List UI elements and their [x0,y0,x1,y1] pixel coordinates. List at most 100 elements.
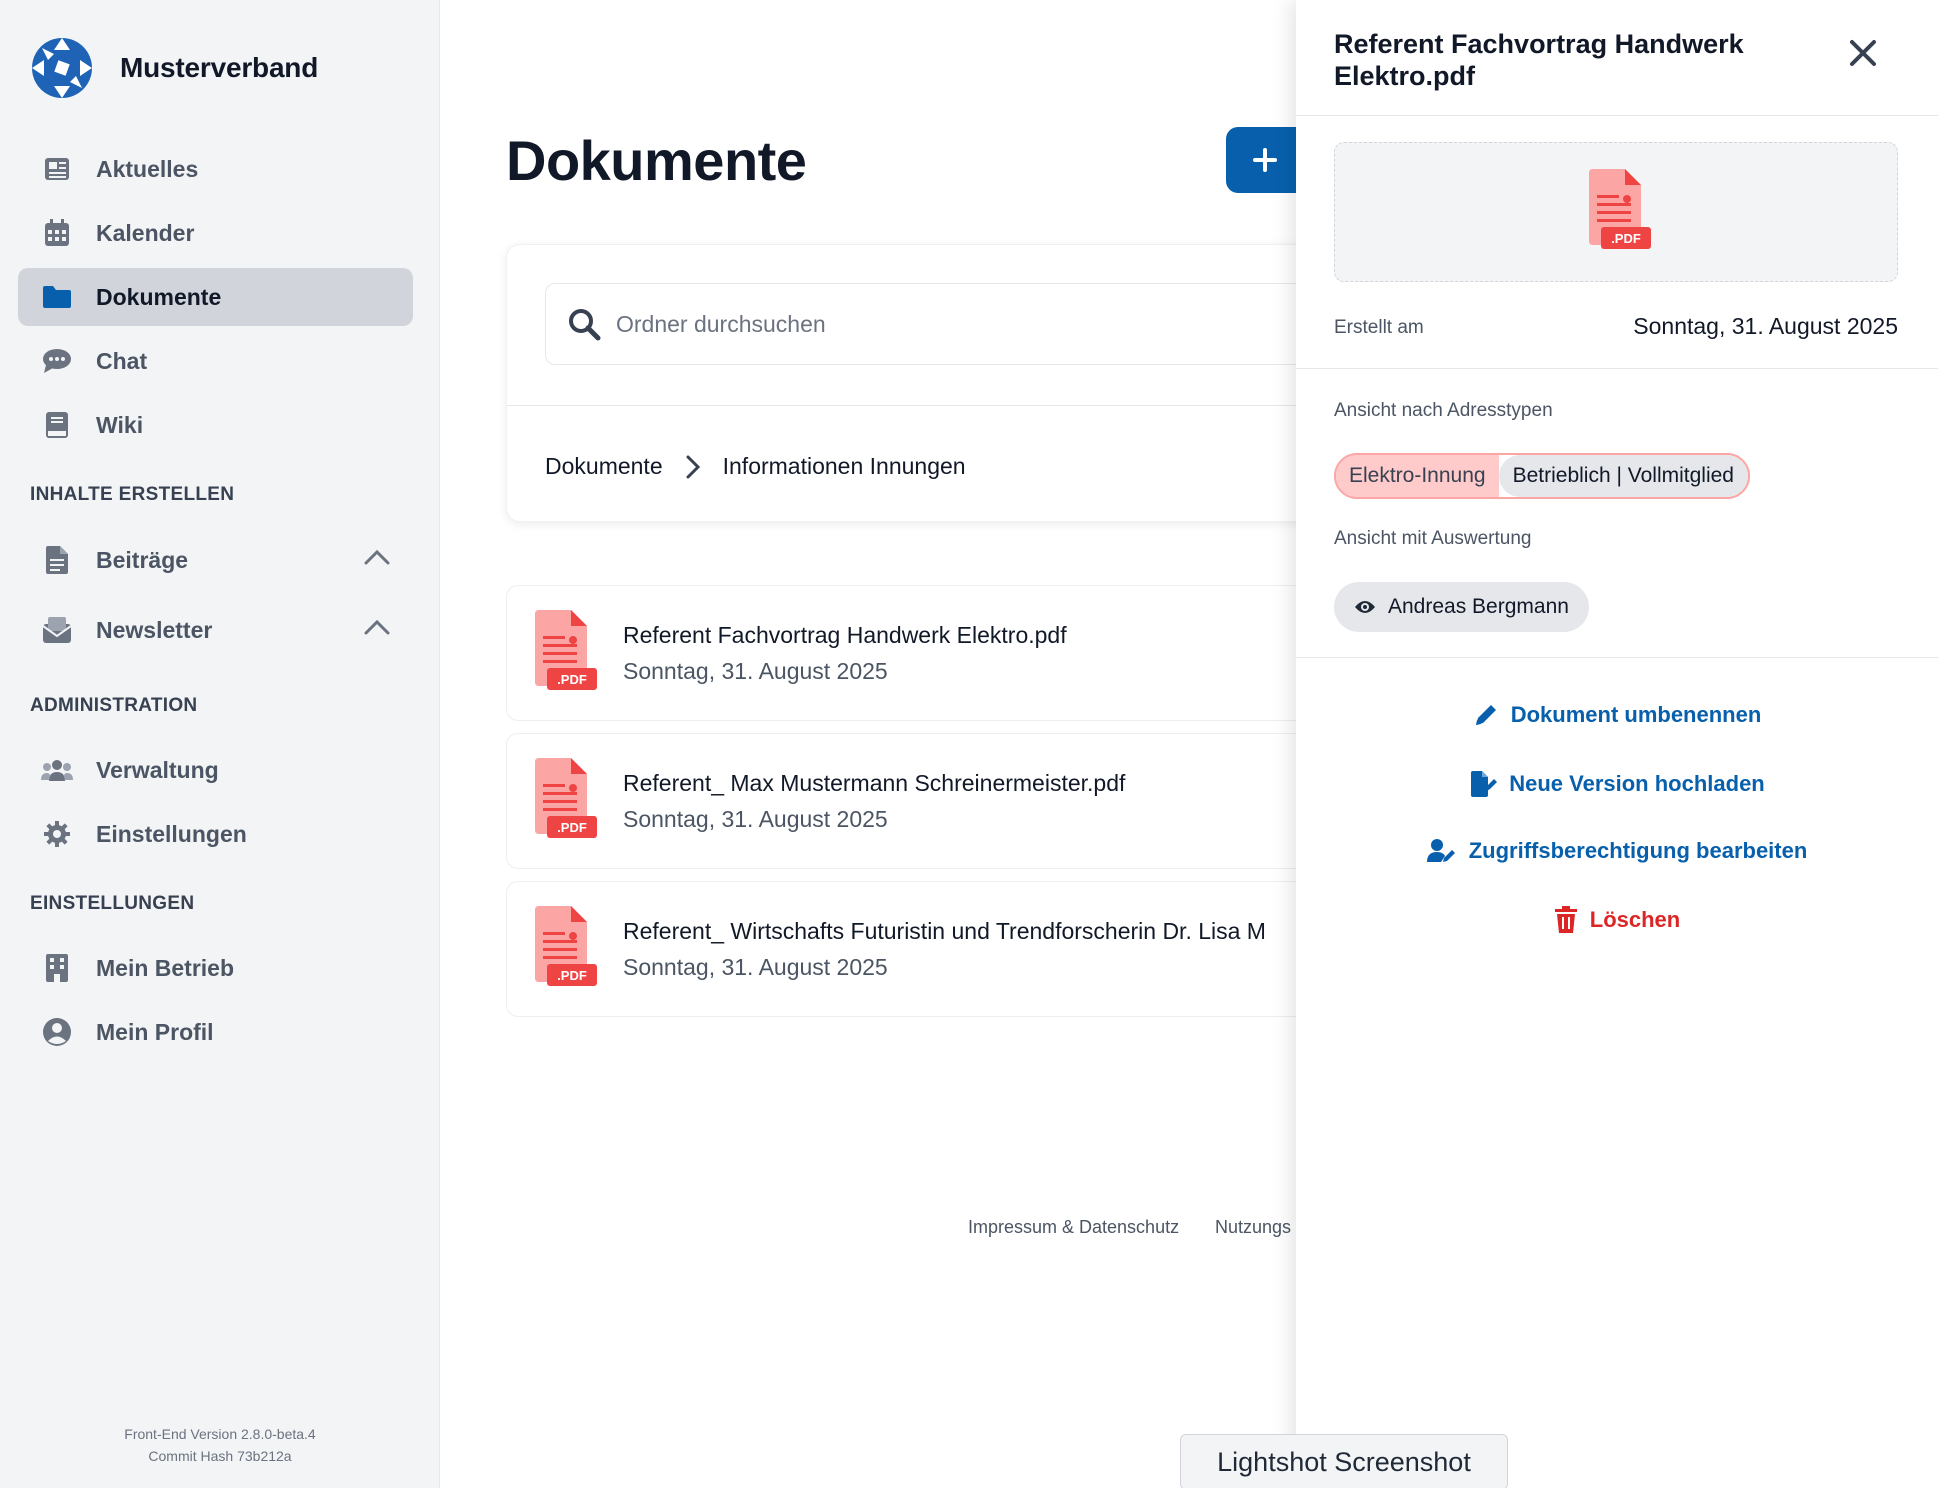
breadcrumb-root[interactable]: Dokumente [545,453,663,480]
sidebar-item-verwaltung[interactable]: Verwaltung [18,741,413,799]
page-title: Dokumente [506,129,807,192]
divider [1296,368,1938,369]
sidebar-item-aktuelles[interactable]: Aktuelles [18,140,413,198]
section-heading-admin: ADMINISTRATION [30,695,198,716]
sidebar-item-mein-profil[interactable]: Mein Profil [18,1003,413,1061]
folder-icon [38,278,76,316]
eye-icon [1355,601,1375,613]
sidebar-item-kalender[interactable]: Kalender [18,204,413,262]
document-date: Sonntag, 31. August 2025 [623,954,888,980]
lightshot-overlay[interactable]: Lightshot Screenshot [1180,1434,1508,1488]
document-date: Sonntag, 31. August 2025 [623,658,888,684]
list-item[interactable]: .PDF Referent_ Wirtschafts Futuristin un… [506,881,1406,1017]
commit-hash: Commit Hash 73b212a [148,1448,292,1464]
pdf-file-icon: .PDF [535,610,597,690]
sidebar-item-newsletter[interactable]: Newsletter [18,601,413,659]
chat-icon [38,342,76,380]
envelope-icon [38,611,76,649]
version-info: Front-End Version 2.8.0-beta.4 Commit Ha… [0,1423,440,1467]
close-button[interactable] [1848,38,1878,73]
sidebar-item-label: Dokumente [96,283,222,310]
pdf-badge: .PDF [557,820,587,835]
chip-membership: Betrieblich | Vollmitglied [1498,455,1748,497]
sidebar-item-mein-betrieb[interactable]: Mein Betrieb [18,939,413,997]
search-placeholder: Ordner durchsuchen [616,310,826,337]
chip-elektro-innung: Elektro-Innung [1336,455,1499,497]
divider [1296,657,1938,658]
search-icon [569,309,601,341]
document-preview[interactable]: .PDF [1334,142,1898,282]
rename-label: Dokument umbenennen [1510,702,1762,727]
divider [1296,115,1938,116]
document-date: Sonntag, 31. August 2025 [623,806,888,832]
upload-label: Neue Version hochladen [1509,771,1765,796]
section-heading-create: INHALTE ERSTELLEN [30,484,235,505]
document-name: Referent_ Wirtschafts Futuristin und Tre… [623,918,1266,944]
pdf-file-icon: .PDF [1589,169,1651,249]
pdf-badge: .PDF [1611,231,1641,246]
section-heading-settings: EINSTELLUNGEN [30,893,195,914]
pdf-file-icon: .PDF [535,758,597,838]
user-circle-icon [38,1013,76,1051]
gear-icon [38,815,76,853]
pdf-badge: .PDF [557,672,587,687]
newspaper-icon [38,150,76,188]
document-name: Referent_ Max Mustermann Schreinermeiste… [623,770,1126,796]
document-detail-drawer: Referent Fachvortrag Handwerk Elektro.pd… [1296,0,1938,1488]
delete-label: Löschen [1589,907,1681,932]
edit-access-button[interactable]: Zugriffsberechtigung bearbeiten [1296,838,1938,864]
chevron-right-icon [686,455,700,478]
sidebar-item-beitraege[interactable]: Beiträge [18,531,413,589]
pencil-icon [1475,705,1496,725]
document-name: Referent Fachvortrag Handwerk Elektro.pd… [623,622,1067,648]
address-types-label: Ansicht nach Adresstypen [1334,400,1553,421]
breadcrumb: Dokumente Informationen Innungen [545,453,966,480]
list-item[interactable]: .PDF Referent Fachvortrag Handwerk Elekt… [506,585,1406,721]
pdf-badge: .PDF [557,968,587,983]
viewer-name: Andreas Bergmann [1388,595,1569,618]
rename-document-button[interactable]: Dokument umbenennen [1296,702,1938,728]
sidebar-item-label: Einstellungen [96,820,247,847]
upload-version-button[interactable]: Neue Version hochladen [1296,770,1938,798]
sidebar-item-label: Kalender [96,219,195,246]
book-icon [38,406,76,444]
sidebar-item-label: Chat [96,347,148,374]
sidebar-item-wiki[interactable]: Wiki [18,396,413,454]
footer-link-impressum[interactable]: Impressum & Datenschutz [968,1217,1179,1238]
sidebar-item-label: Mein Profil [96,1018,214,1045]
brand[interactable]: Musterverband [30,36,318,100]
created-label: Erstellt am [1334,317,1424,338]
sidebar-item-einstellungen[interactable]: Einstellungen [18,805,413,863]
trash-icon [1554,906,1577,933]
sidebar-item-label: Aktuelles [96,155,199,182]
frontend-version: Front-End Version 2.8.0-beta.4 [124,1426,316,1442]
sidebar-item-label: Mein Betrieb [96,954,235,981]
user-edit-icon [1426,839,1455,862]
chevron-up-icon[interactable] [363,618,391,641]
access-label: Zugriffsberechtigung bearbeiten [1468,838,1808,863]
viewer-chip[interactable]: Andreas Bergmann [1334,582,1589,632]
divider [507,405,1405,406]
sidebar-item-label: Beiträge [96,546,189,573]
breadcrumb-current: Informationen Innungen [722,453,966,479]
sidebar-item-label: Verwaltung [96,756,219,783]
chevron-up-icon[interactable] [363,548,391,571]
footer-link-nutzung[interactable]: Nutzungs [1215,1217,1291,1238]
sidebar-item-dokumente[interactable]: Dokumente [18,268,413,326]
brand-logo-icon [32,38,92,98]
file-upload-icon [1471,771,1498,797]
building-icon [38,949,76,987]
evaluation-label: Ansicht mit Auswertung [1334,528,1532,549]
close-icon [1850,40,1876,66]
drawer-title: Referent Fachvortrag Handwerk Elektro.pd… [1334,29,1744,91]
address-type-chips[interactable]: Elektro-Innung Betrieblich | Vollmitglie… [1334,453,1750,499]
list-item[interactable]: .PDF Referent_ Max Mustermann Schreinerm… [506,733,1406,869]
created-value: Sonntag, 31. August 2025 [1633,313,1898,339]
calendar-icon [38,214,76,252]
sidebar-item-label: Wiki [96,411,144,438]
users-icon [38,751,76,789]
sidebar-item-chat[interactable]: Chat [18,332,413,390]
file-icon [38,541,76,579]
delete-button[interactable]: Löschen [1296,906,1938,934]
folder-card: Ordner durchsuchen Dokumente Information… [506,244,1445,522]
